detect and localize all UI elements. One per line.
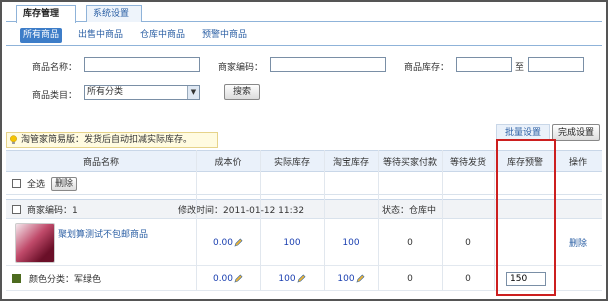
top-tab-bar: 库存管理 系统设置: [6, 2, 602, 23]
tab-system-settings[interactable]: 系统设置: [86, 5, 142, 22]
stock-min-input[interactable]: [456, 57, 512, 72]
merchant-code-input[interactable]: [270, 57, 386, 72]
product-actual-stock: 100: [260, 220, 324, 265]
bulk-delete-button[interactable]: 删除: [51, 176, 78, 191]
tab-inventory-management[interactable]: 库存管理: [16, 5, 76, 23]
variant-actual-stock-cell: 100: [260, 267, 324, 290]
header-taobao-stock: 淘宝库存: [332, 157, 369, 168]
wine-glass-image: [15, 222, 55, 263]
select-all-checkbox[interactable]: [12, 179, 21, 188]
select-all-label: 全选: [27, 180, 46, 190]
product-actions: 删除: [556, 220, 600, 265]
merchant-code-label: 商家编码：: [218, 63, 264, 73]
category-select-value: 所有分类: [87, 87, 124, 97]
product-awaiting-shipment: 0: [465, 237, 471, 248]
variant-awaiting-shipment: 0: [465, 273, 471, 284]
column-divider: [442, 150, 443, 291]
subtab-warning[interactable]: 预警中商品: [202, 28, 247, 43]
stock-max-input[interactable]: [528, 57, 584, 72]
variant-label-cell: 颜色分类：军绿色: [12, 267, 101, 290]
pencil-edit-icon[interactable]: [234, 238, 243, 247]
color-swatch-icon: [12, 274, 21, 283]
select-all-group: 全选 删除: [12, 173, 78, 194]
group-checkbox[interactable]: [12, 204, 21, 214]
header-awaiting-payment: 等待买家付款: [382, 157, 437, 168]
subtab-in-warehouse[interactable]: 仓库中商品: [140, 28, 185, 43]
chevron-down-icon: ▼: [187, 86, 199, 99]
stock-range-to-label: 至: [515, 63, 525, 73]
product-status: 状态：仓库中: [382, 205, 437, 216]
column-divider: [324, 150, 325, 291]
product-name-input[interactable]: [84, 57, 200, 72]
header-product-name: 商品名称: [82, 157, 119, 168]
column-divider: [196, 150, 197, 291]
header-actions: 操作: [568, 157, 587, 168]
stock-warning-highlight-box: [496, 139, 556, 296]
subtab-on-sale[interactable]: 出售中商品: [78, 28, 123, 43]
product-awaiting-payment: 0: [407, 237, 413, 248]
pencil-edit-icon[interactable]: [234, 274, 243, 283]
header-actual-stock: 实际库存: [273, 157, 310, 168]
category-select[interactable]: 所有分类 ▼: [84, 85, 200, 100]
group-info: 商家编码：1: [12, 200, 78, 218]
pencil-edit-icon[interactable]: [297, 274, 306, 283]
subtab-all-products[interactable]: 所有商品: [20, 28, 63, 43]
stock-label: 商品库存：: [404, 63, 450, 73]
variant-cost-cell: 0.00: [196, 267, 260, 290]
notice-bar: 淘管家简易版：发货后自动扣减实际库存。: [6, 132, 218, 148]
product-title-link[interactable]: 聚划算测试不包邮商品: [58, 227, 148, 240]
variant-label: 颜色分类：军绿色: [29, 275, 102, 285]
product-title-cell: 聚划算测试不包邮商品: [58, 226, 148, 240]
variant-actual-stock[interactable]: 100: [278, 274, 295, 284]
category-label: 商品类目：: [32, 91, 78, 101]
variant-taobao-stock-cell: 100: [324, 267, 378, 290]
lightbulb-icon: [10, 135, 17, 144]
variant-taobao-stock[interactable]: 100: [337, 274, 354, 284]
product-thumbnail[interactable]: [12, 220, 58, 265]
notice-text: 淘管家简易版：发货后自动扣减实际库存。: [21, 135, 193, 145]
merchant-code-value: 商家编码：1: [27, 205, 78, 216]
product-cost-cell: 0.00: [196, 220, 260, 265]
header-cost: 成本价: [214, 157, 242, 168]
delete-product-link[interactable]: 删除: [569, 236, 587, 249]
column-divider: [494, 150, 495, 291]
product-name-label: 商品名称：: [32, 63, 78, 73]
done-settings-button[interactable]: 完成设置: [552, 124, 600, 141]
sub-tab-bar: 所有商品 出售中商品 仓库中商品 预警中商品: [6, 26, 602, 46]
product-taobao-stock: 100: [324, 220, 378, 265]
column-divider: [260, 150, 261, 291]
column-divider: [378, 150, 379, 291]
product-cost[interactable]: 0.00: [213, 238, 233, 248]
header-awaiting-shipment: 等待发货: [449, 157, 486, 168]
search-button[interactable]: 搜索: [224, 84, 260, 100]
variant-cost[interactable]: 0.00: [213, 274, 233, 284]
variant-awaiting-payment: 0: [407, 273, 413, 284]
product-actual-stock-value[interactable]: 100: [283, 238, 300, 248]
product-taobao-stock-value: 100: [342, 237, 360, 248]
pencil-edit-icon[interactable]: [356, 274, 365, 283]
